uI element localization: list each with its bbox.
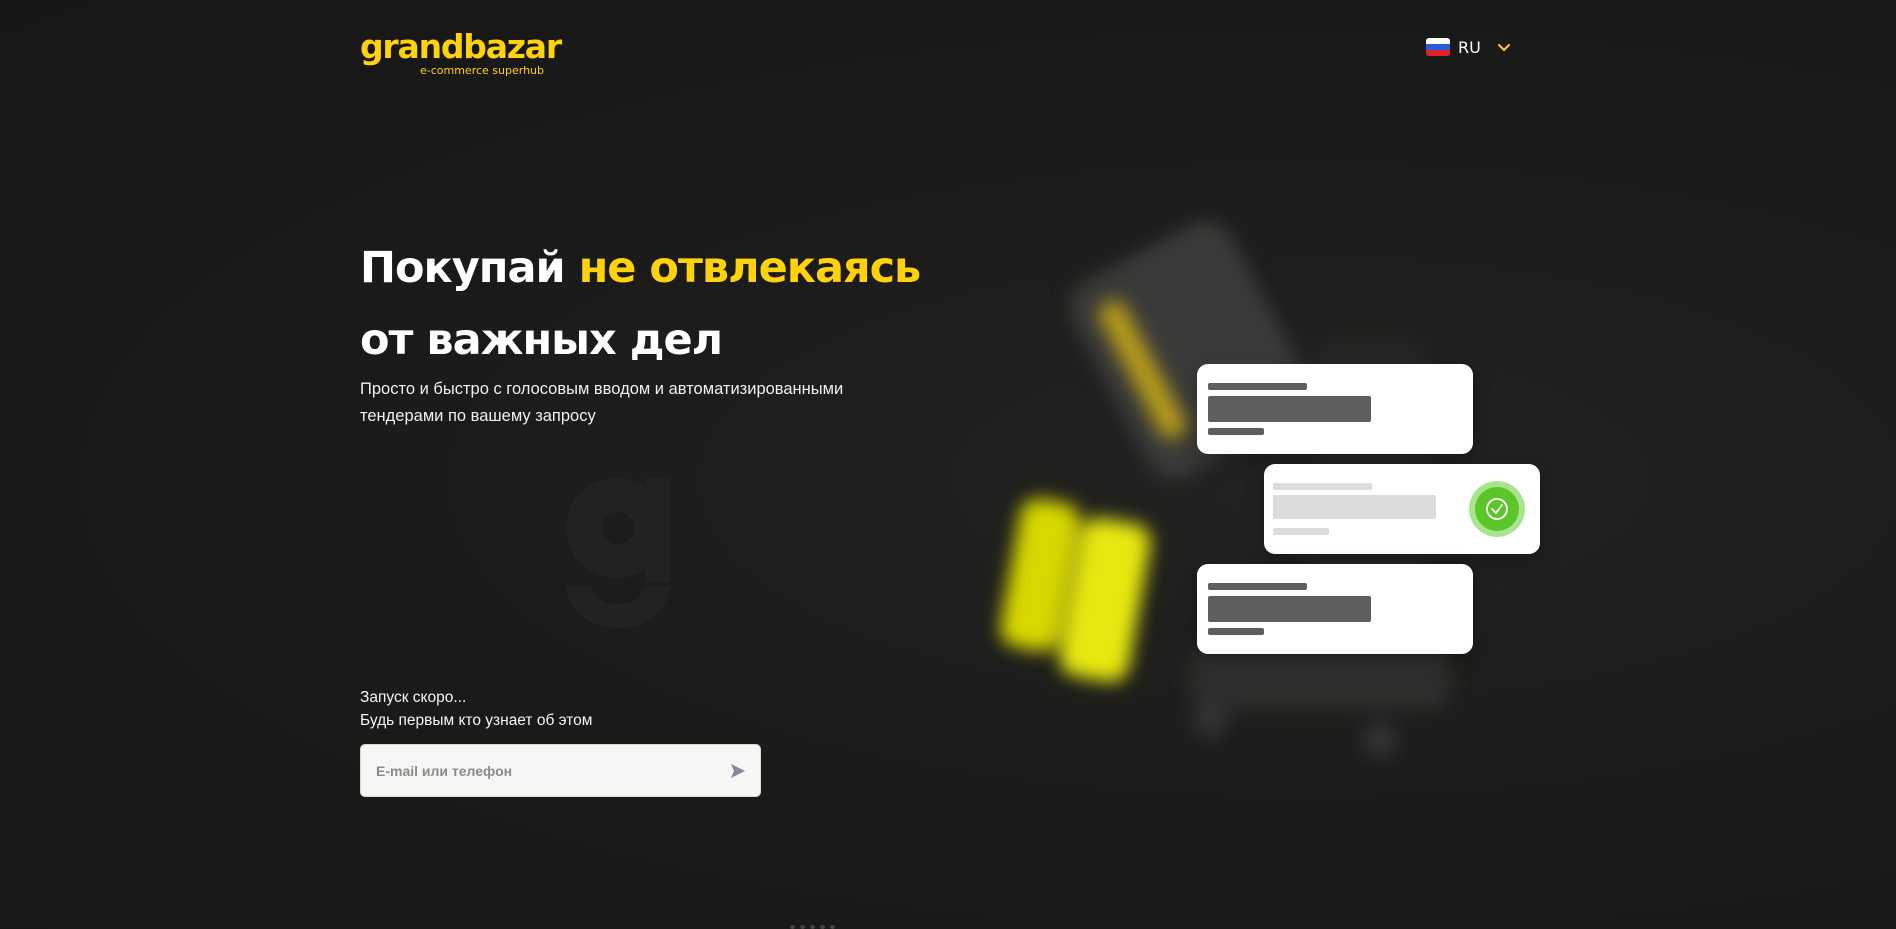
russia-flag-icon — [1426, 38, 1450, 56]
send-arrow-icon — [731, 763, 745, 778]
headline-part-2: от важных дел — [360, 315, 723, 365]
signup-form — [360, 744, 761, 797]
language-selector[interactable]: RU — [1426, 34, 1511, 60]
hero-headline: Покупай не отвлекаясь от важных дел — [360, 232, 980, 376]
brand-logo[interactable]: grandbazar e-commerce superhub — [360, 27, 562, 80]
g-logo-watermark-icon — [566, 478, 670, 628]
chevron-down-icon — [1497, 44, 1510, 51]
logo-tagline: e-commerce superhub — [419, 64, 544, 77]
logo-wordmark: grandbazar — [360, 27, 562, 66]
language-label: RU — [1458, 37, 1481, 57]
send-button[interactable] — [716, 745, 760, 796]
launch-notice: Запуск скоро... Будь первым кто узнает о… — [360, 686, 592, 732]
scroll-indicator — [790, 925, 854, 929]
contact-input[interactable] — [361, 745, 716, 796]
tender-card-1 — [1197, 364, 1473, 454]
headline-accent: не отвлекаясь — [578, 243, 922, 293]
headline-part-1: Покупай — [360, 243, 579, 293]
success-badge — [1469, 481, 1525, 537]
launch-line-1: Запуск скоро... — [360, 689, 467, 706]
landing-page: grandbazar e-commerce superhub RU Покупа… — [0, 0, 1896, 929]
check-circle-icon — [1486, 498, 1508, 520]
tender-card-2 — [1264, 464, 1540, 554]
hero-subtitle: Просто и быстро с голосовым вводом и авт… — [360, 380, 844, 425]
launch-line-2: Будь первым кто узнает об этом — [360, 712, 593, 729]
tender-card-3 — [1197, 564, 1473, 654]
